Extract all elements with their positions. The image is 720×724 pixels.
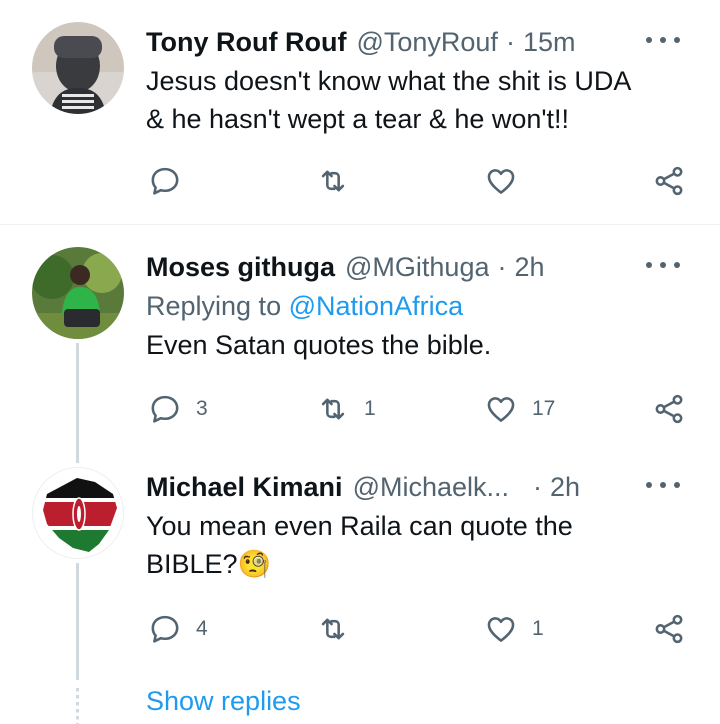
reply-button[interactable] [148, 164, 196, 198]
tweet-text-line: Even Satan quotes the bible. [146, 330, 492, 360]
more-icon[interactable] [646, 32, 680, 48]
reply-count: 4 [196, 617, 208, 640]
retweet-button[interactable] [316, 612, 364, 646]
avatar[interactable] [32, 247, 124, 339]
timestamp[interactable]: 2h [514, 251, 544, 283]
tweet-text-line: BIBLE?🧐 [146, 549, 272, 579]
reply-button[interactable]: 4 [148, 612, 208, 646]
kenya-flag-map [43, 478, 117, 552]
tweet-text-line: Jesus doesn't know what the shit is UDA [146, 66, 632, 96]
action-bar: 4 1 [0, 612, 720, 648]
author-name[interactable]: Michael Kimani [146, 471, 343, 503]
tweet-text: Jesus doesn't know what the shit is UDA … [146, 62, 696, 138]
retweet-button[interactable]: 1 [316, 392, 376, 426]
action-bar [0, 164, 720, 200]
share-button[interactable] [652, 164, 686, 198]
tweet-text: Even Satan quotes the bible. [146, 326, 696, 364]
timestamp[interactable]: 2h [550, 471, 580, 503]
thread-dots [76, 688, 79, 724]
author-handle[interactable]: @TonyRouf [356, 26, 497, 58]
share-icon [652, 164, 686, 198]
like-count: 1 [532, 617, 544, 640]
share-button[interactable] [652, 612, 686, 646]
tweet[interactable]: Moses githuga @MGithuga · 2h Replying to… [0, 225, 720, 445]
like-icon [484, 612, 518, 646]
reply-icon [148, 392, 182, 426]
retweet-button[interactable] [316, 164, 364, 198]
tweet[interactable]: Michael Kimani @Michaelk... · 2h You mea… [0, 445, 720, 680]
tweet-text-line: You mean even Raila can quote the [146, 511, 573, 541]
like-icon [484, 164, 518, 198]
like-button[interactable] [484, 164, 532, 198]
share-button[interactable] [652, 392, 686, 426]
like-button[interactable]: 17 [484, 392, 555, 426]
thread-line [76, 445, 79, 463]
reply-icon [148, 612, 182, 646]
like-count: 17 [532, 397, 556, 420]
share-icon [652, 612, 686, 646]
replying-label: Replying to [146, 291, 282, 321]
tweet[interactable]: Tony Rouf Rouf @TonyRouf · 15m Jesus doe… [0, 0, 720, 224]
author-name[interactable]: Tony Rouf Rouf [146, 26, 346, 58]
retweet-icon [316, 164, 350, 198]
share-icon [652, 392, 686, 426]
replying-to: Replying to @NationAfrica [146, 286, 696, 326]
timestamp[interactable]: 15m [523, 26, 576, 58]
more-icon[interactable] [646, 477, 680, 493]
separator: · [533, 472, 543, 502]
retweet-count: 1 [364, 397, 376, 420]
like-icon [484, 392, 518, 426]
author-name[interactable]: Moses githuga [146, 251, 335, 283]
show-replies-row[interactable]: Show replies [0, 680, 720, 724]
retweet-icon [316, 392, 350, 426]
tweet-text: You mean even Raila can quote the BIBLE?… [146, 507, 696, 583]
replying-mention[interactable]: @NationAfrica [289, 291, 463, 321]
author-handle[interactable]: @Michaelk... [353, 471, 509, 503]
reply-count: 3 [196, 397, 208, 420]
separator: · [505, 27, 515, 57]
author-handle[interactable]: @MGithuga [345, 251, 489, 283]
retweet-icon [316, 612, 350, 646]
avatar[interactable] [32, 467, 124, 559]
more-icon[interactable] [646, 257, 680, 273]
reply-button[interactable]: 3 [148, 392, 208, 426]
tweet-text-line: & he hasn't wept a tear & he won't!! [146, 104, 570, 134]
show-replies-link[interactable]: Show replies [146, 686, 301, 717]
separator: · [497, 252, 507, 282]
avatar[interactable] [32, 22, 124, 114]
like-button[interactable]: 1 [484, 612, 544, 646]
reply-icon [148, 164, 182, 198]
action-bar: 3 1 17 [0, 392, 720, 428]
